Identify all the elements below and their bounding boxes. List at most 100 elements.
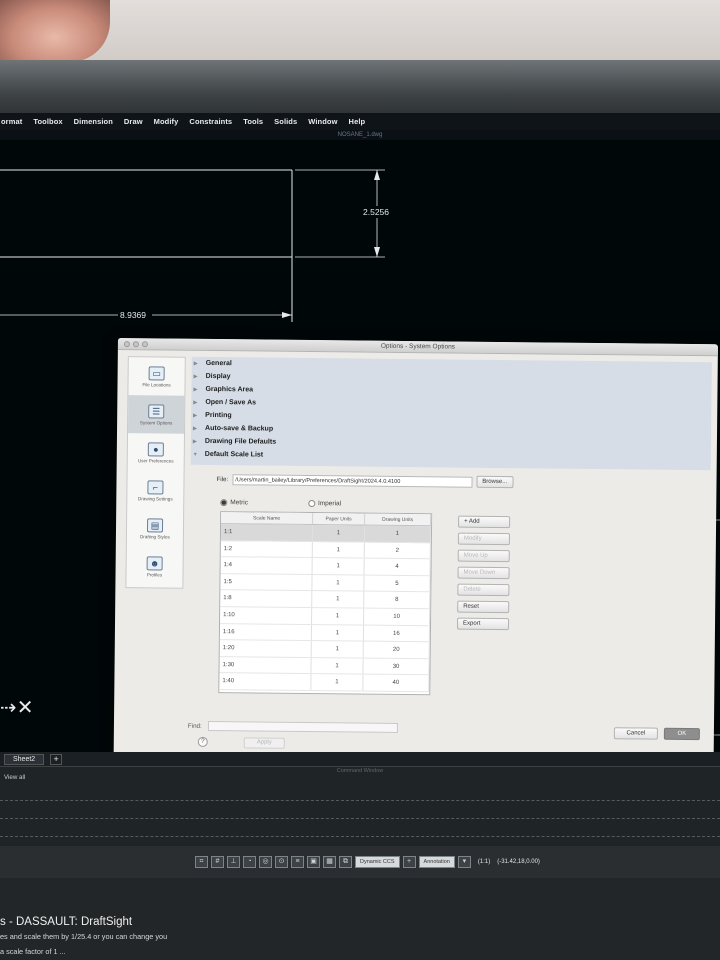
column-header-drawing-units[interactable]: Drawing Units: [365, 513, 432, 526]
ok-button[interactable]: OK: [663, 727, 700, 741]
sidebar-item-system-options[interactable]: ☰ System Options: [128, 395, 185, 434]
radio-metric[interactable]: Metric: [220, 499, 248, 506]
model-space-icon[interactable]: ▣: [307, 856, 320, 868]
cell-scale-name: 1:16: [219, 623, 313, 641]
menu-window[interactable]: Window: [307, 117, 338, 126]
menu-format[interactable]: ormat: [0, 117, 23, 126]
cell-drawing-units: 20: [363, 641, 430, 659]
menu-draw[interactable]: Draw: [123, 117, 144, 126]
sheet-tabs-bar: Sheet2 +: [0, 752, 720, 766]
radio-label: Imperial: [317, 500, 342, 508]
tab-sheet2[interactable]: Sheet2: [4, 753, 45, 765]
file-label: File:: [216, 475, 229, 483]
dialog-title: Options - System Options: [380, 342, 455, 351]
ortho-icon[interactable]: ⊥: [227, 856, 240, 868]
sidebar-item-drawing-settings[interactable]: ⌐ Drawing Settings: [127, 471, 183, 510]
cell-scale-name: 1:40: [219, 673, 312, 690]
polar-icon[interactable]: ◔: [243, 856, 256, 868]
lineweight-icon[interactable]: ≡: [291, 856, 304, 868]
move-down-button[interactable]: Move Down: [457, 566, 510, 580]
page-title[interactable]: s - DASSAULT: DraftSight: [0, 916, 132, 928]
apply-button[interactable]: Apply: [243, 737, 285, 749]
sidebar-item-file-locations[interactable]: ▭ File Locations: [128, 357, 184, 396]
dynamic-ccs-toggle[interactable]: Dynamic CCS: [355, 856, 400, 868]
cell-drawing-units: 40: [363, 674, 430, 692]
expand-arrow-icon: ▶: [193, 360, 198, 367]
reset-button[interactable]: Reset: [457, 600, 510, 614]
collapse-arrow-icon: ▼: [192, 451, 198, 458]
cancel-button[interactable]: Cancel: [613, 727, 658, 740]
units-radio-group: Metric Imperial: [220, 499, 341, 507]
cell-drawing-units: 1: [364, 525, 432, 542]
add-sheet-button[interactable]: +: [50, 753, 63, 765]
menu-toolbox[interactable]: Toolbox: [32, 117, 63, 126]
zoom-window-button[interactable]: [141, 341, 148, 348]
modify-button[interactable]: Modify: [457, 532, 510, 546]
file-path-field[interactable]: /Users/martin_bailey/Library/Preferences…: [232, 473, 473, 488]
cell-paper-units: 1: [312, 574, 365, 591]
menu-modify[interactable]: Modify: [153, 117, 180, 126]
cell-paper-units: 1: [311, 641, 364, 658]
cell-drawing-units: 16: [363, 625, 431, 642]
etrack-icon[interactable]: ⊙: [275, 856, 288, 868]
column-header-paper-units[interactable]: Paper Units: [313, 513, 366, 525]
column-header-scale-name[interactable]: Scale Name: [221, 512, 314, 525]
minimize-window-button[interactable]: [132, 341, 139, 348]
sidebar-item-profiles[interactable]: ☻ Profiles: [126, 547, 182, 586]
sidebar-label: File Locations: [142, 381, 171, 388]
cell-drawing-units: 8: [364, 591, 431, 609]
cell-paper-units: 1: [311, 674, 364, 691]
tree-item-label: Auto-save & Backup: [205, 424, 274, 433]
menu-solids[interactable]: Solids: [273, 117, 298, 126]
close-window-button[interactable]: [123, 341, 130, 348]
browse-button[interactable]: Browse...: [476, 475, 514, 489]
help-button[interactable]: ?: [197, 736, 208, 747]
snap-icon[interactable]: ⌗: [195, 856, 208, 868]
menu-help[interactable]: Help: [348, 117, 367, 126]
annotation-visibility-icon[interactable]: ▦: [323, 856, 336, 868]
monitor-bezel: [0, 60, 720, 120]
move-up-button[interactable]: Move Up: [457, 549, 510, 563]
page-text-line: a scale factor of 1 ...: [0, 947, 66, 956]
expand-arrow-icon: ▶: [193, 412, 198, 419]
esnap-icon[interactable]: ◎: [259, 856, 272, 868]
options-sidebar: ▭ File Locations ☰ System Options ● User…: [125, 356, 186, 589]
cell-paper-units: 1: [312, 525, 366, 542]
expand-arrow-icon: ▶: [193, 373, 198, 380]
expand-arrow-icon: ▶: [192, 438, 197, 445]
menu-constraints[interactable]: Constraints: [188, 117, 233, 126]
sidebar-item-user-preferences[interactable]: ● User Preferences: [128, 433, 184, 472]
command-window-title: Command Window: [336, 768, 384, 774]
command-window[interactable]: Command Window View all: [0, 766, 720, 846]
export-button[interactable]: Export: [456, 617, 510, 631]
find-row: Find:: [187, 720, 398, 733]
scale-list-actions: + Add Modify Move Up Move Down Delete Re…: [456, 515, 511, 631]
options-dialog: Options - System Options ▭ File Location…: [113, 338, 718, 775]
arrow-up: [374, 170, 380, 180]
chevron-down-icon[interactable]: ▾: [457, 856, 471, 868]
drawing-settings-icon: ⌐: [147, 479, 164, 494]
app-menubar: ormat Toolbox Dimension Draw Modify Cons…: [0, 113, 720, 130]
add-icon[interactable]: +: [402, 856, 416, 868]
scale-readout: (1:1): [477, 859, 491, 865]
window-controls: [123, 341, 148, 348]
radio-imperial[interactable]: Imperial: [307, 499, 342, 508]
quick-input-icon[interactable]: ⧉: [339, 856, 352, 868]
cell-paper-units: 1: [311, 624, 365, 641]
expand-arrow-icon: ▶: [193, 425, 197, 432]
drafting-styles-icon: ▤: [146, 517, 164, 532]
sidebar-item-drafting-styles[interactable]: ▤ Drafting Styles: [127, 509, 183, 548]
find-label: Find:: [187, 722, 202, 730]
sidebar-label: User Preferences: [137, 457, 174, 464]
grid-icon[interactable]: #: [211, 856, 224, 868]
table-row[interactable]: 1:40 1 40: [219, 673, 430, 693]
add-button[interactable]: + Add: [458, 515, 511, 529]
annotation-scale-dropdown[interactable]: Annotation: [418, 856, 455, 868]
find-input[interactable]: [207, 720, 398, 733]
menu-tools[interactable]: Tools: [242, 117, 264, 126]
menu-dimension[interactable]: Dimension: [73, 117, 114, 126]
expand-arrow-icon: ▶: [193, 386, 198, 393]
scale-list-table: Scale Name Paper Units Drawing Units 1:1…: [218, 511, 433, 696]
delete-button[interactable]: Delete: [457, 583, 510, 597]
cell-scale-name: 1:10: [220, 607, 313, 624]
